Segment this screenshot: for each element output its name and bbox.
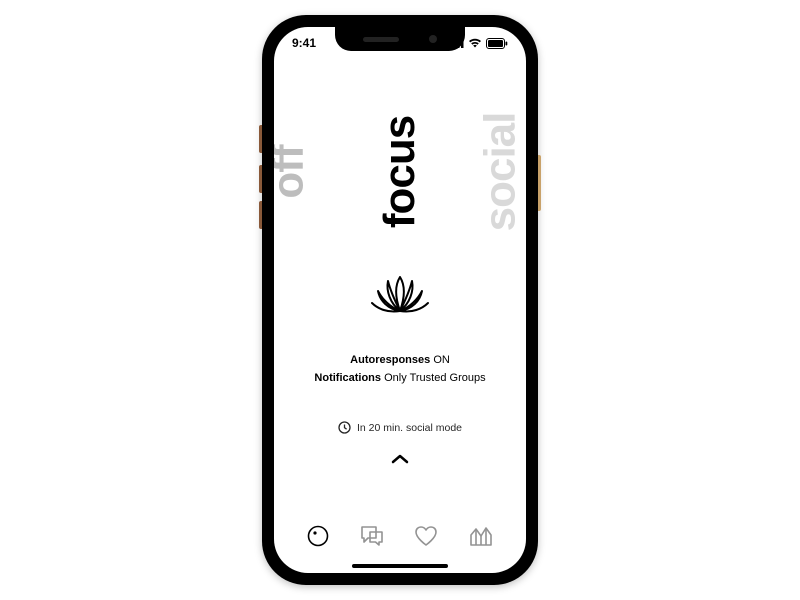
autoresponses-label: Autoresponses <box>350 354 430 366</box>
mode-selector[interactable]: off focus social <box>274 67 526 277</box>
tab-stats[interactable] <box>469 525 493 552</box>
main-content: off focus social Autoresponses <box>274 27 526 573</box>
timer-text: In 20 min. social mode <box>357 422 462 434</box>
wifi-icon <box>468 38 482 48</box>
tab-mode[interactable] <box>307 525 329 552</box>
phone-frame: 9:41 <box>262 15 538 585</box>
notch <box>335 27 465 51</box>
mode-settings-summary: Autoresponses ON Notifications Only Trus… <box>314 352 485 387</box>
clock-icon <box>338 421 351 434</box>
screen: 9:41 <box>274 27 526 573</box>
mode-option-focus[interactable]: focus <box>375 116 425 228</box>
mode-icon <box>307 525 329 547</box>
tab-favorites[interactable] <box>414 525 438 552</box>
mode-option-social[interactable]: social <box>476 113 526 232</box>
chat-icon <box>360 525 384 547</box>
autoresponses-line: Autoresponses ON <box>314 352 485 370</box>
tab-chat[interactable] <box>360 525 384 552</box>
mode-illustration <box>368 271 432 324</box>
battery-icon <box>486 38 508 49</box>
lotus-icon <box>368 271 432 319</box>
next-mode-timer[interactable]: In 20 min. social mode <box>338 421 462 434</box>
status-time: 9:41 <box>292 36 316 50</box>
chevron-up-icon <box>390 453 410 465</box>
stats-icon <box>469 525 493 547</box>
autoresponses-value: ON <box>433 354 450 366</box>
home-indicator[interactable] <box>352 564 448 568</box>
notifications-line: Notifications Only Trusted Groups <box>314 370 485 388</box>
tab-bar <box>274 517 526 559</box>
expand-button[interactable] <box>390 452 410 470</box>
heart-icon <box>414 525 438 547</box>
notifications-label: Notifications <box>314 372 381 384</box>
notifications-value: Only Trusted Groups <box>384 372 486 384</box>
mode-option-off[interactable]: off <box>274 145 314 198</box>
